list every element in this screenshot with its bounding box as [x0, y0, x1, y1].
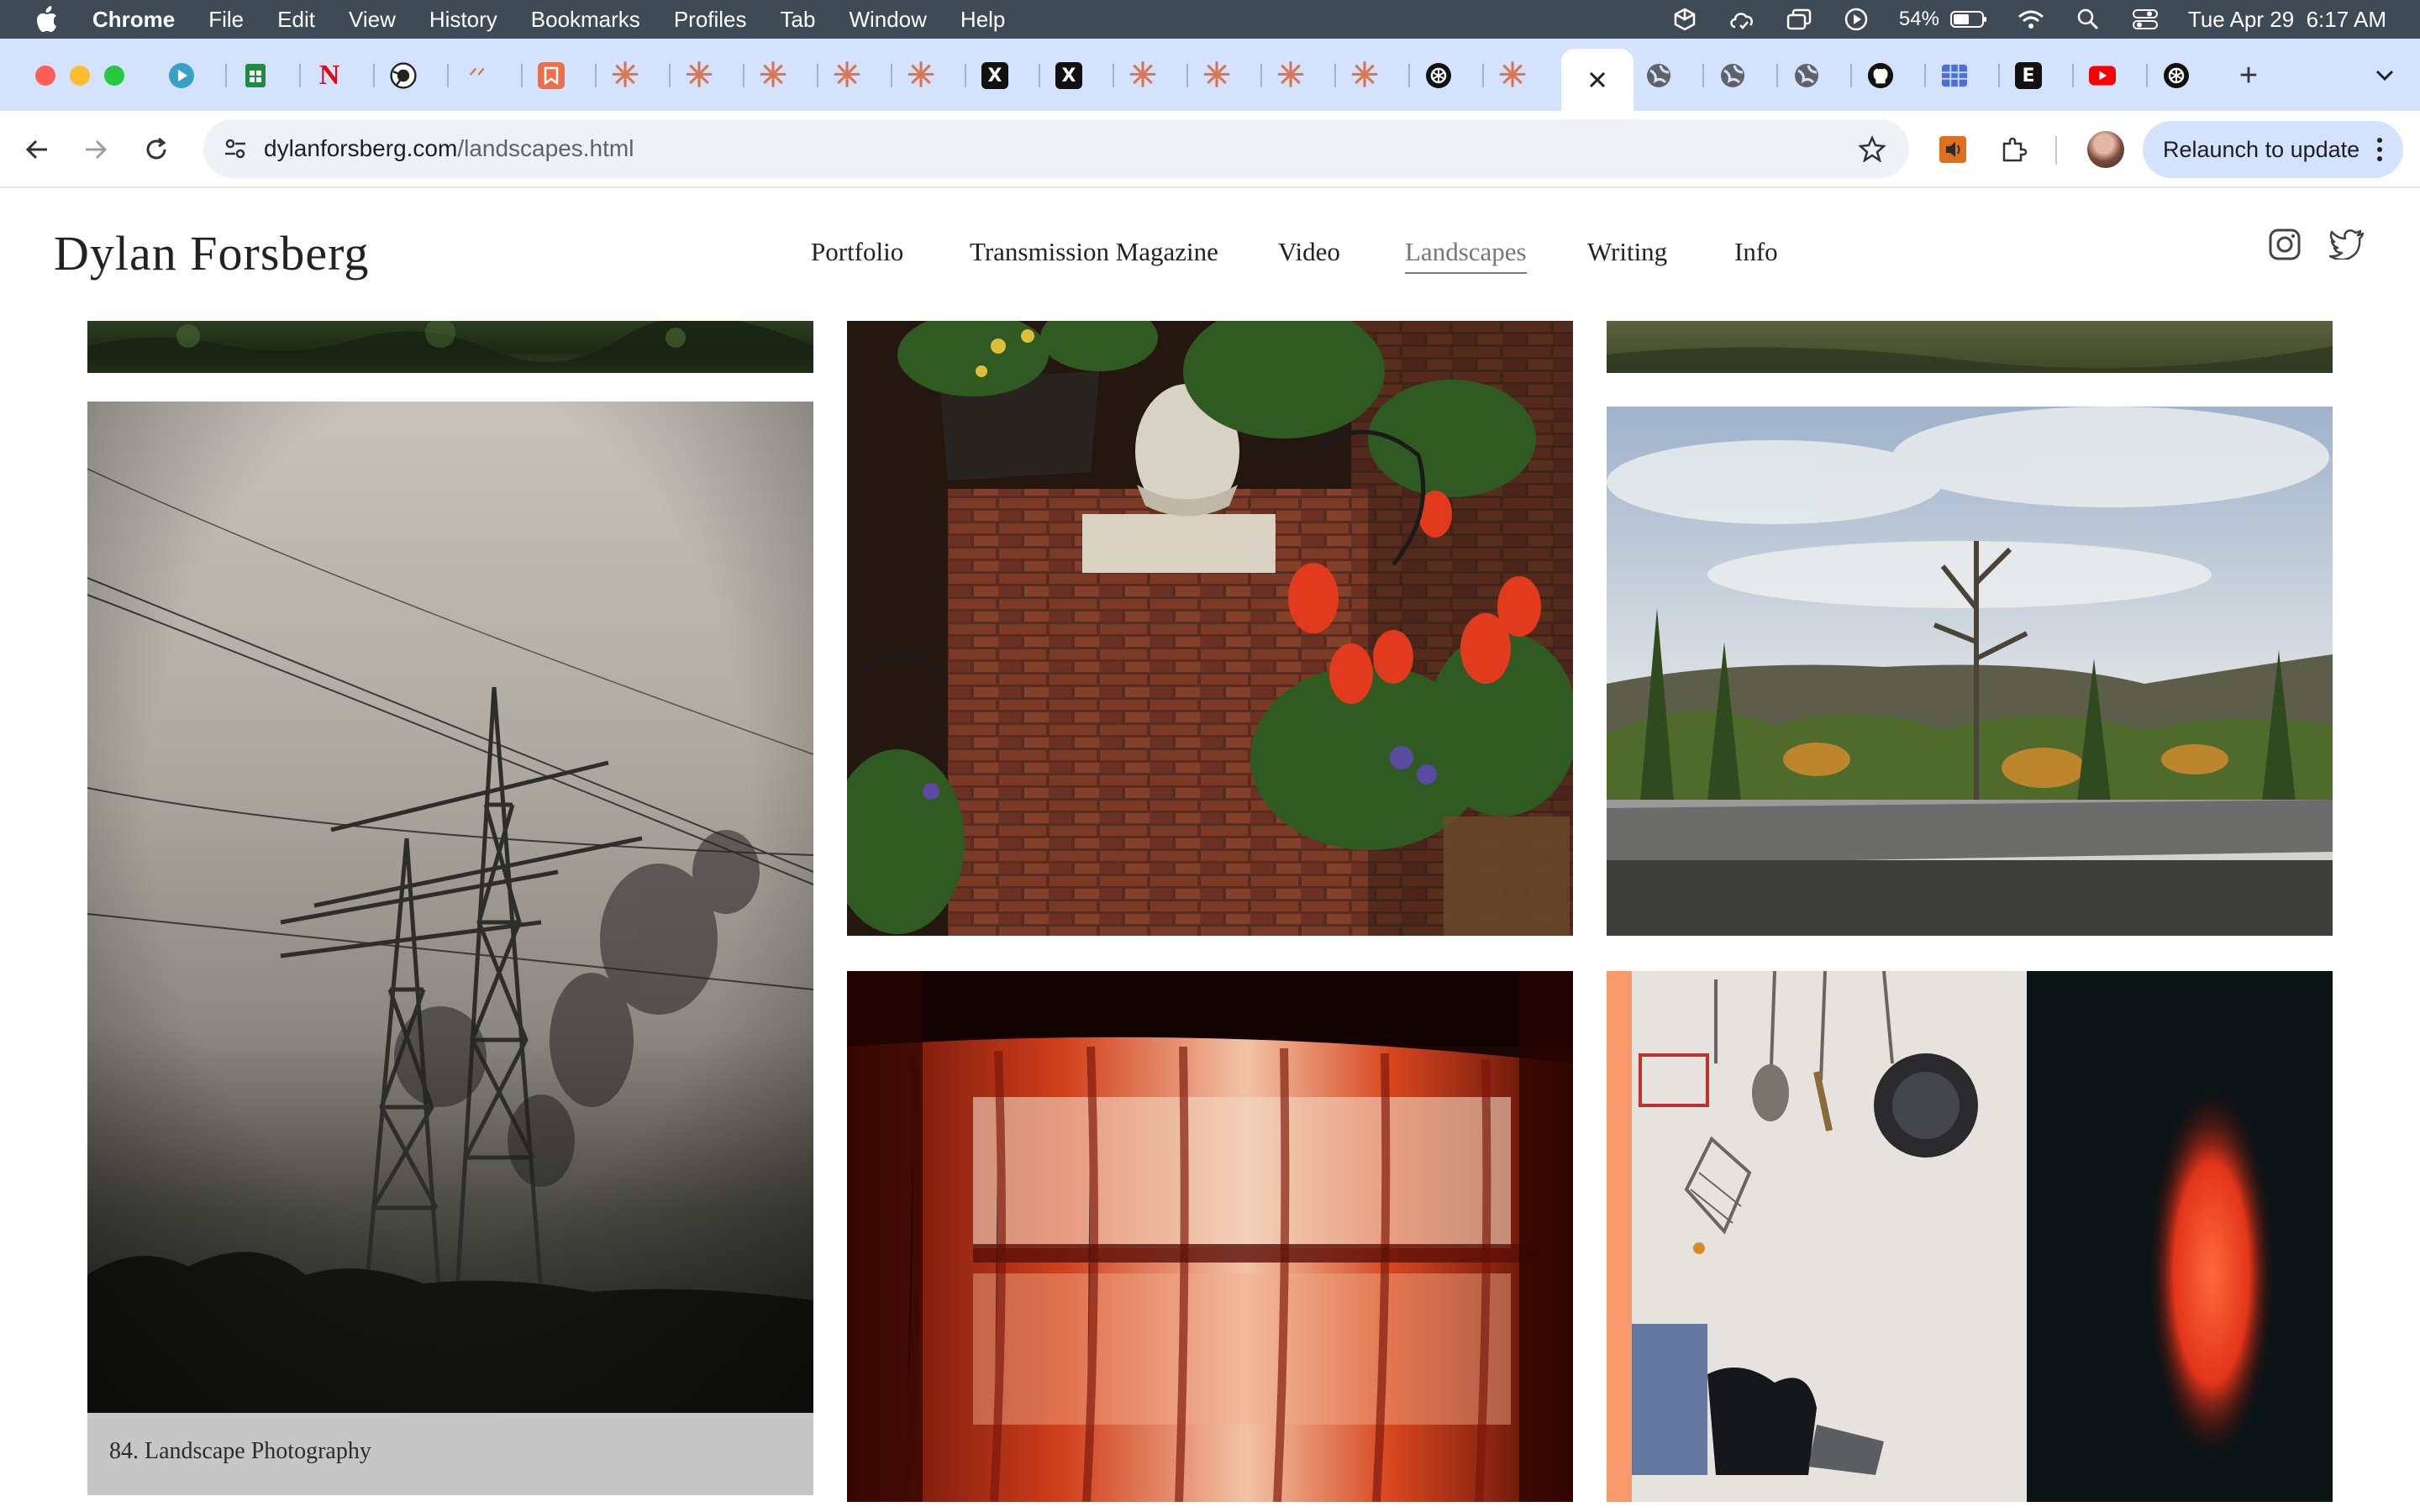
claude-icon[interactable]: ✳: [1276, 57, 1305, 94]
box-icon[interactable]: [1670, 7, 1699, 32]
tab-strip: N ᐟᐟ ✳ ✳ ✳ ✳ ✳ X X ✳ ✳ ✳ ✳ ✳ E +: [0, 39, 2420, 111]
cloud-check-icon[interactable]: [1728, 7, 1756, 32]
more-menu-icon[interactable]: [2371, 134, 2388, 165]
kitchen-utensils-photo[interactable]: [1607, 971, 2333, 1502]
globe-icon[interactable]: [1793, 62, 1820, 89]
url-path: /landscapes.html: [457, 135, 634, 161]
bookmark-star-icon[interactable]: [1854, 130, 1891, 167]
menu-history[interactable]: History: [429, 7, 497, 33]
macos-menu-bar: Chrome File Edit View History Bookmarks …: [0, 0, 2420, 39]
window-controls: [35, 66, 124, 86]
claude-icon[interactable]: ✳: [685, 57, 713, 94]
globe-icon[interactable]: [1719, 62, 1746, 89]
extensions-icon[interactable]: [1991, 128, 2035, 171]
wifi-icon[interactable]: [2017, 7, 2045, 32]
github-icon[interactable]: [1867, 62, 1894, 89]
claude-icon[interactable]: ✳: [907, 57, 935, 94]
menu-file[interactable]: File: [208, 7, 244, 33]
nav-transmission-magazine[interactable]: Transmission Magazine: [970, 237, 1218, 267]
claude-icon[interactable]: ✳: [611, 57, 639, 94]
url-domain: dylanforsberg.com: [264, 135, 458, 161]
control-center-icon[interactable]: [2131, 7, 2160, 32]
play-circle-icon[interactable]: [1842, 7, 1870, 32]
partial-path-photo[interactable]: [1607, 321, 2333, 373]
red-curtains-photo[interactable]: [847, 971, 1573, 1502]
photo-caption-text: 84. Landscape Photography: [109, 1438, 371, 1464]
camera-icon[interactable]: [390, 62, 417, 89]
claude-icon[interactable]: ✳: [759, 57, 787, 94]
sheets-icon[interactable]: [242, 62, 269, 89]
claude-icon[interactable]: ✳: [1498, 57, 1527, 94]
photo-gallery: 84. Landscape Photography: [0, 321, 2420, 1512]
spotlight-search-icon[interactable]: [2074, 7, 2102, 32]
openai-icon[interactable]: [1425, 62, 1452, 89]
claude-icon[interactable]: ✳: [1128, 57, 1157, 94]
forward-button[interactable]: [76, 129, 116, 170]
window-switcher-icon[interactable]: [1785, 7, 1813, 32]
battery-percent: 54%: [1898, 8, 1939, 30]
claude-icon[interactable]: ✳: [1350, 57, 1379, 94]
bookmark-app-icon[interactable]: [538, 62, 565, 89]
menu-edit[interactable]: Edit: [277, 7, 315, 33]
reload-button[interactable]: [136, 129, 176, 170]
openai-icon[interactable]: [2163, 62, 2190, 89]
flowers-on-brick-wall-photo[interactable]: [847, 321, 1573, 936]
minimize-window-button[interactable]: [70, 66, 90, 86]
claude-icon[interactable]: ✳: [833, 57, 861, 94]
forest-roadside-photo[interactable]: [1607, 407, 2333, 936]
menubar-clock[interactable]: Tue Apr 29 6:17 AM: [2188, 7, 2386, 33]
site-header: Dylan Forsberg Portfolio Transmission Ma…: [0, 188, 2420, 321]
apple-icon[interactable]: [34, 4, 64, 34]
back-button[interactable]: [17, 129, 57, 170]
relaunch-label: Relaunch to update: [2163, 136, 2360, 162]
site-title[interactable]: Dylan Forsberg: [54, 225, 369, 281]
nav-landscapes[interactable]: Landscapes: [1405, 237, 1527, 274]
menu-profiles[interactable]: Profiles: [674, 7, 747, 33]
relaunch-button[interactable]: Relaunch to update: [2143, 121, 2403, 178]
e-icon[interactable]: E: [2015, 62, 2042, 89]
active-tab[interactable]: [1561, 49, 1634, 111]
address-bar[interactable]: dylanforsberg.com/landscapes.html: [203, 119, 1909, 178]
nav-writing[interactable]: Writing: [1587, 237, 1667, 267]
netflix-icon[interactable]: N: [316, 60, 343, 91]
url-text[interactable]: dylanforsberg.com/landscapes.html: [264, 119, 634, 178]
menu-app-name[interactable]: Chrome: [92, 7, 175, 33]
zoom-window-button[interactable]: [104, 66, 124, 86]
photo-caption: 84. Landscape Photography: [87, 1413, 813, 1495]
close-window-button[interactable]: [35, 66, 55, 86]
menu-help[interactable]: Help: [960, 7, 1005, 33]
new-tab-button[interactable]: +: [2233, 58, 2264, 93]
claude-icon[interactable]: ᐟᐟ: [464, 62, 491, 89]
claude-icon[interactable]: ✳: [1202, 57, 1231, 94]
play-icon[interactable]: [168, 62, 195, 89]
nav-portfolio[interactable]: Portfolio: [811, 237, 903, 267]
x-icon[interactable]: X: [981, 62, 1008, 89]
instagram-icon[interactable]: [2265, 225, 2304, 264]
grid-icon[interactable]: [1941, 62, 1968, 89]
x-icon[interactable]: X: [1055, 62, 1082, 89]
browser-toolbar: dylanforsberg.com/landscapes.html Relaun…: [0, 111, 2420, 188]
nav-video[interactable]: Video: [1278, 237, 1340, 267]
site-info-icon[interactable]: [215, 129, 255, 169]
profile-avatar[interactable]: [2087, 131, 2124, 168]
nav-info[interactable]: Info: [1734, 237, 1778, 267]
audio-extension-icon[interactable]: [1931, 128, 1975, 171]
twitter-icon[interactable]: [2328, 225, 2366, 264]
battery-icon[interactable]: [1949, 7, 1988, 32]
power-lines-photo[interactable]: [87, 402, 813, 1415]
menu-view[interactable]: View: [349, 7, 396, 33]
tab-search-button[interactable]: [2368, 59, 2402, 92]
menu-bookmarks[interactable]: Bookmarks: [531, 7, 640, 33]
status-area: 54% Tue Apr 29 6:17 AM: [1670, 0, 2386, 39]
youtube-icon[interactable]: [2089, 62, 2116, 89]
menu-window[interactable]: Window: [849, 7, 926, 33]
globe-icon[interactable]: [1645, 62, 1672, 89]
close-icon[interactable]: [1588, 71, 1607, 89]
menu-tab[interactable]: Tab: [781, 7, 816, 33]
partial-foliage-photo[interactable]: [87, 321, 813, 373]
